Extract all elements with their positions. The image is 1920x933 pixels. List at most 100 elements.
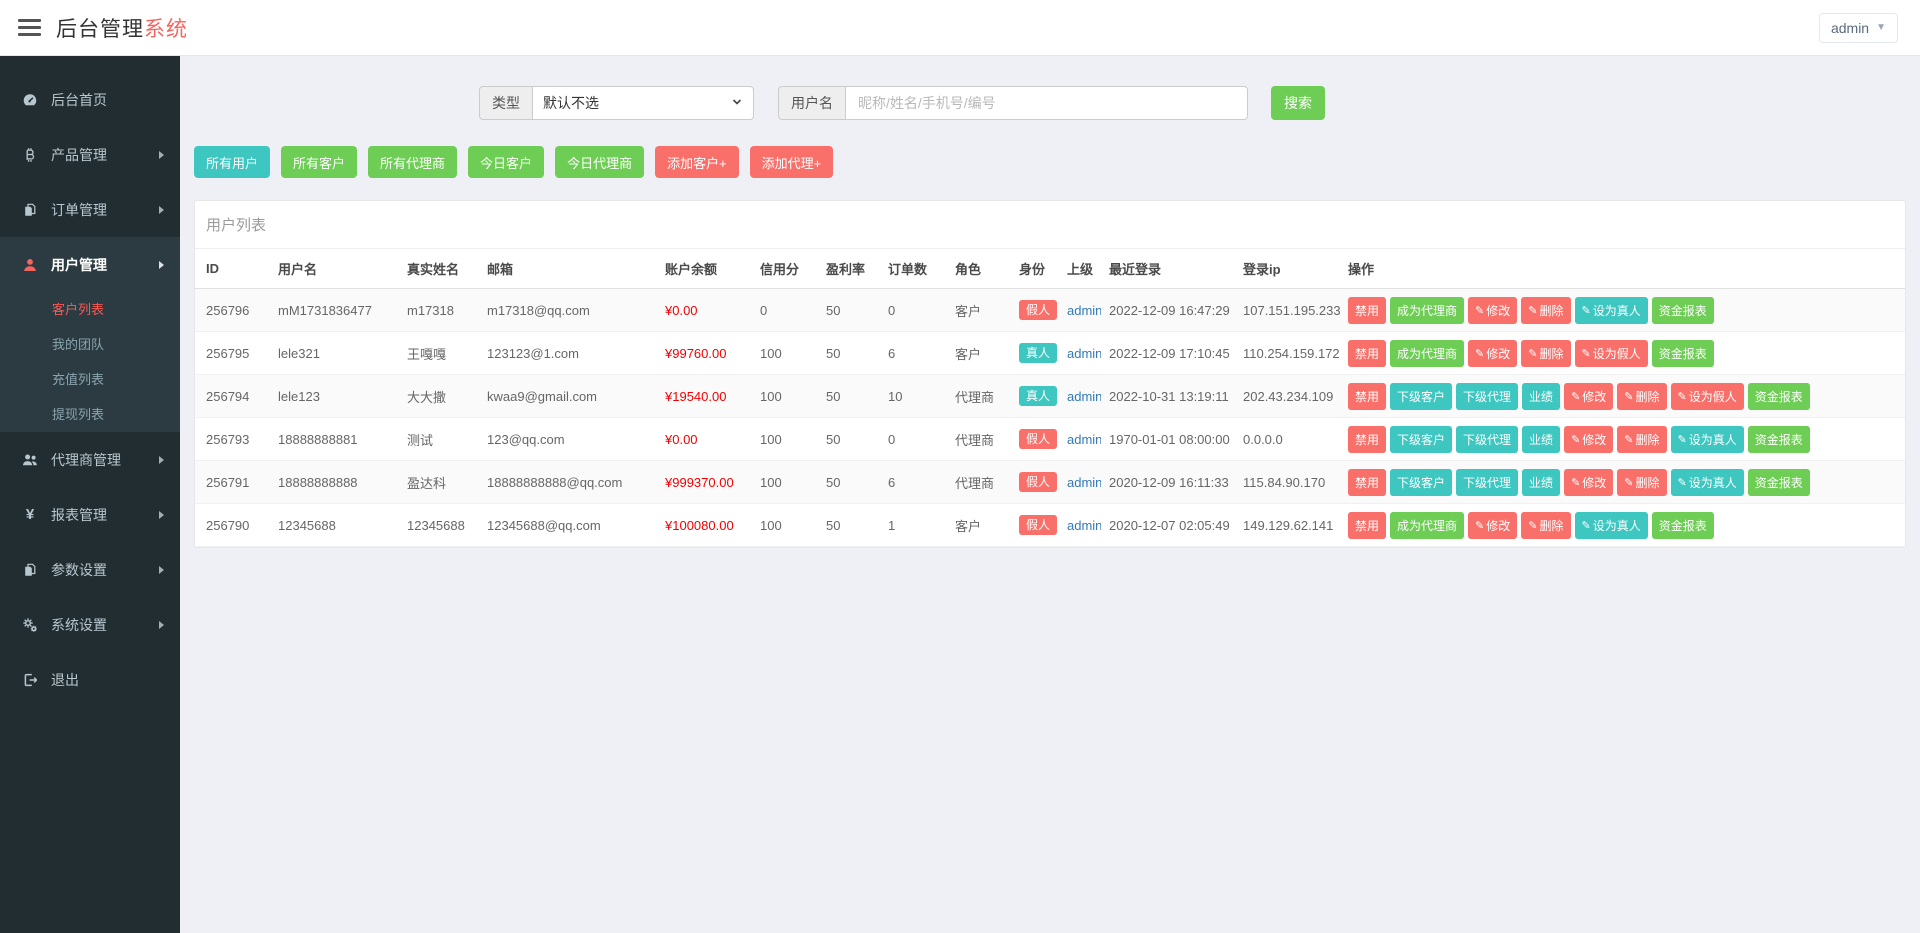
pencil-icon: ✎ [1571,390,1581,403]
toolbar-button[interactable]: 所有代理商 [368,146,458,178]
sidebar-item-logout[interactable]: 退出 [0,652,180,707]
app-title: 后台管理系统 [56,13,188,43]
chevron-right-icon [159,150,164,159]
column-header: 信用分 [752,249,818,289]
cell-email: 12345688@qq.com [479,503,657,547]
user-icon [20,257,40,273]
action-button[interactable]: ✎ 删除 [1521,511,1571,539]
username-input[interactable] [845,86,1248,120]
action-button[interactable]: ✎ 删除 [1521,296,1571,324]
action-button[interactable]: ✎ 设为真人 [1670,425,1744,453]
action-button[interactable]: 成为代理商 [1390,296,1465,324]
action-button[interactable]: ✎ 修改 [1468,511,1518,539]
action-button[interactable]: 禁用 [1348,382,1387,410]
action-button[interactable]: 下级代理 [1456,382,1519,410]
action-button[interactable]: 禁用 [1348,339,1387,367]
action-button[interactable]: 下级代理 [1456,468,1519,496]
sidebar-subitem-team[interactable]: 我的团队 [0,327,180,362]
parent-link[interactable]: admin [1067,475,1101,490]
cell-email: 18888888888@qq.com [479,460,657,504]
action-button[interactable]: ✎ 修改 [1564,425,1614,453]
action-buttons: 禁用 下级客户 下级代理 业绩 ✎ 修改 ✎ 删除 ✎ 设为假人 资金报表 [1348,382,1897,410]
action-buttons: 禁用 成为代理商 ✎ 修改 ✎ 删除 ✎ 设为假人 资金报表 [1348,339,1897,367]
action-button[interactable]: 禁用 [1348,425,1387,453]
sidebar-subitem-customers[interactable]: 客户列表 [0,292,180,327]
menu-toggle-icon[interactable] [18,19,41,36]
sidebar-item-label: 后台首页 [51,91,107,108]
toolbar-button[interactable]: 所有用户 [194,146,271,178]
parent-link[interactable]: admin [1067,432,1101,447]
action-button[interactable]: ✎ 修改 [1468,296,1518,324]
action-button[interactable]: ✎ 设为真人 [1574,296,1648,324]
cell-actions: 禁用 下级客户 下级代理 业绩 ✎ 修改 ✎ 删除 ✎ 设为假人 资金报表 [1340,374,1905,418]
sidebar-item-params[interactable]: 参数设置 [0,542,180,597]
sidebar-item-users[interactable]: 用户管理 [0,237,180,292]
column-header: 登录ip [1235,249,1340,289]
search-button[interactable]: 搜索 [1271,86,1325,120]
sidebar-item-agents[interactable]: 代理商管理 [0,432,180,487]
sidebar-item-reports[interactable]: ¥ 报表管理 [0,487,180,542]
cell-identity: 真人 [1011,374,1059,418]
sidebar-item-products[interactable]: 产品管理 [0,127,180,182]
action-button[interactable]: 成为代理商 [1390,339,1465,367]
action-button[interactable]: 禁用 [1348,511,1387,539]
parent-link[interactable]: admin [1067,389,1101,404]
cell-role: 代理商 [947,374,1011,418]
type-filter-group: 类型 默认不选 [479,86,754,120]
toolbar-button[interactable]: 添加客户+ [655,146,739,178]
identity-badge: 假人 [1019,428,1058,450]
action-button[interactable]: 下级客户 [1390,468,1453,496]
cell-id: 256795 [195,331,270,375]
action-button[interactable]: 资金报表 [1651,296,1714,324]
action-button[interactable]: 禁用 [1348,468,1387,496]
sidebar-item-home[interactable]: 后台首页 [0,72,180,127]
action-button[interactable]: ✎ 删除 [1617,382,1667,410]
pencil-icon: ✎ [1624,476,1634,489]
action-button[interactable]: ✎ 修改 [1468,339,1518,367]
action-button[interactable]: 业绩 [1522,382,1561,410]
action-button[interactable]: 成为代理商 [1390,511,1465,539]
action-button[interactable]: 禁用 [1348,296,1387,324]
action-button[interactable]: ✎ 设为假人 [1670,382,1744,410]
action-button[interactable]: 资金报表 [1747,468,1810,496]
action-button[interactable]: 下级客户 [1390,382,1453,410]
sidebar-item-label: 订单管理 [51,201,107,218]
action-button[interactable]: ✎ 删除 [1617,468,1667,496]
cell-identity: 假人 [1011,503,1059,547]
sidebar-subitem-withdraw[interactable]: 提现列表 [0,397,180,432]
identity-badge: 真人 [1019,385,1058,407]
action-button[interactable]: ✎ 设为真人 [1574,511,1648,539]
cell-order-count: 0 [880,417,947,461]
action-button[interactable]: 资金报表 [1747,382,1810,410]
cell-login-ip: 115.84.90.170 [1235,460,1340,504]
parent-link[interactable]: admin [1067,303,1101,318]
sidebar-subitem-recharge[interactable]: 充值列表 [0,362,180,397]
action-button[interactable]: 业绩 [1522,425,1561,453]
sidebar-item-label: 参数设置 [51,561,107,578]
sidebar-item-system[interactable]: 系统设置 [0,597,180,652]
user-menu[interactable]: admin ▼ [1818,12,1898,43]
action-button[interactable]: ✎ 修改 [1564,382,1614,410]
action-button[interactable]: ✎ 设为假人 [1574,339,1648,367]
toolbar-button[interactable]: 添加代理+ [749,146,834,178]
column-header: 邮箱 [479,249,657,289]
cell-login-ip: 0.0.0.0 [1235,417,1340,461]
parent-link[interactable]: admin [1067,346,1101,361]
action-button[interactable]: ✎ 删除 [1521,339,1571,367]
action-button[interactable]: 业绩 [1522,468,1561,496]
cell-actions: 禁用 成为代理商 ✎ 修改 ✎ 删除 ✎ 设为真人 资金报表 [1340,503,1905,547]
action-button[interactable]: 资金报表 [1651,339,1714,367]
action-button[interactable]: ✎ 修改 [1564,468,1614,496]
action-button[interactable]: 下级代理 [1456,425,1519,453]
sidebar-item-orders[interactable]: 订单管理 [0,182,180,237]
toolbar-button[interactable]: 所有客户 [281,146,358,178]
action-button[interactable]: 下级客户 [1390,425,1453,453]
action-button[interactable]: ✎ 删除 [1617,425,1667,453]
toolbar-button[interactable]: 今日客户 [468,146,545,178]
parent-link[interactable]: admin [1067,518,1101,533]
toolbar-button[interactable]: 今日代理商 [555,146,645,178]
action-button[interactable]: 资金报表 [1747,425,1810,453]
action-button[interactable]: 资金报表 [1651,511,1714,539]
action-button[interactable]: ✎ 设为真人 [1670,468,1744,496]
type-select[interactable]: 默认不选 [532,86,754,120]
